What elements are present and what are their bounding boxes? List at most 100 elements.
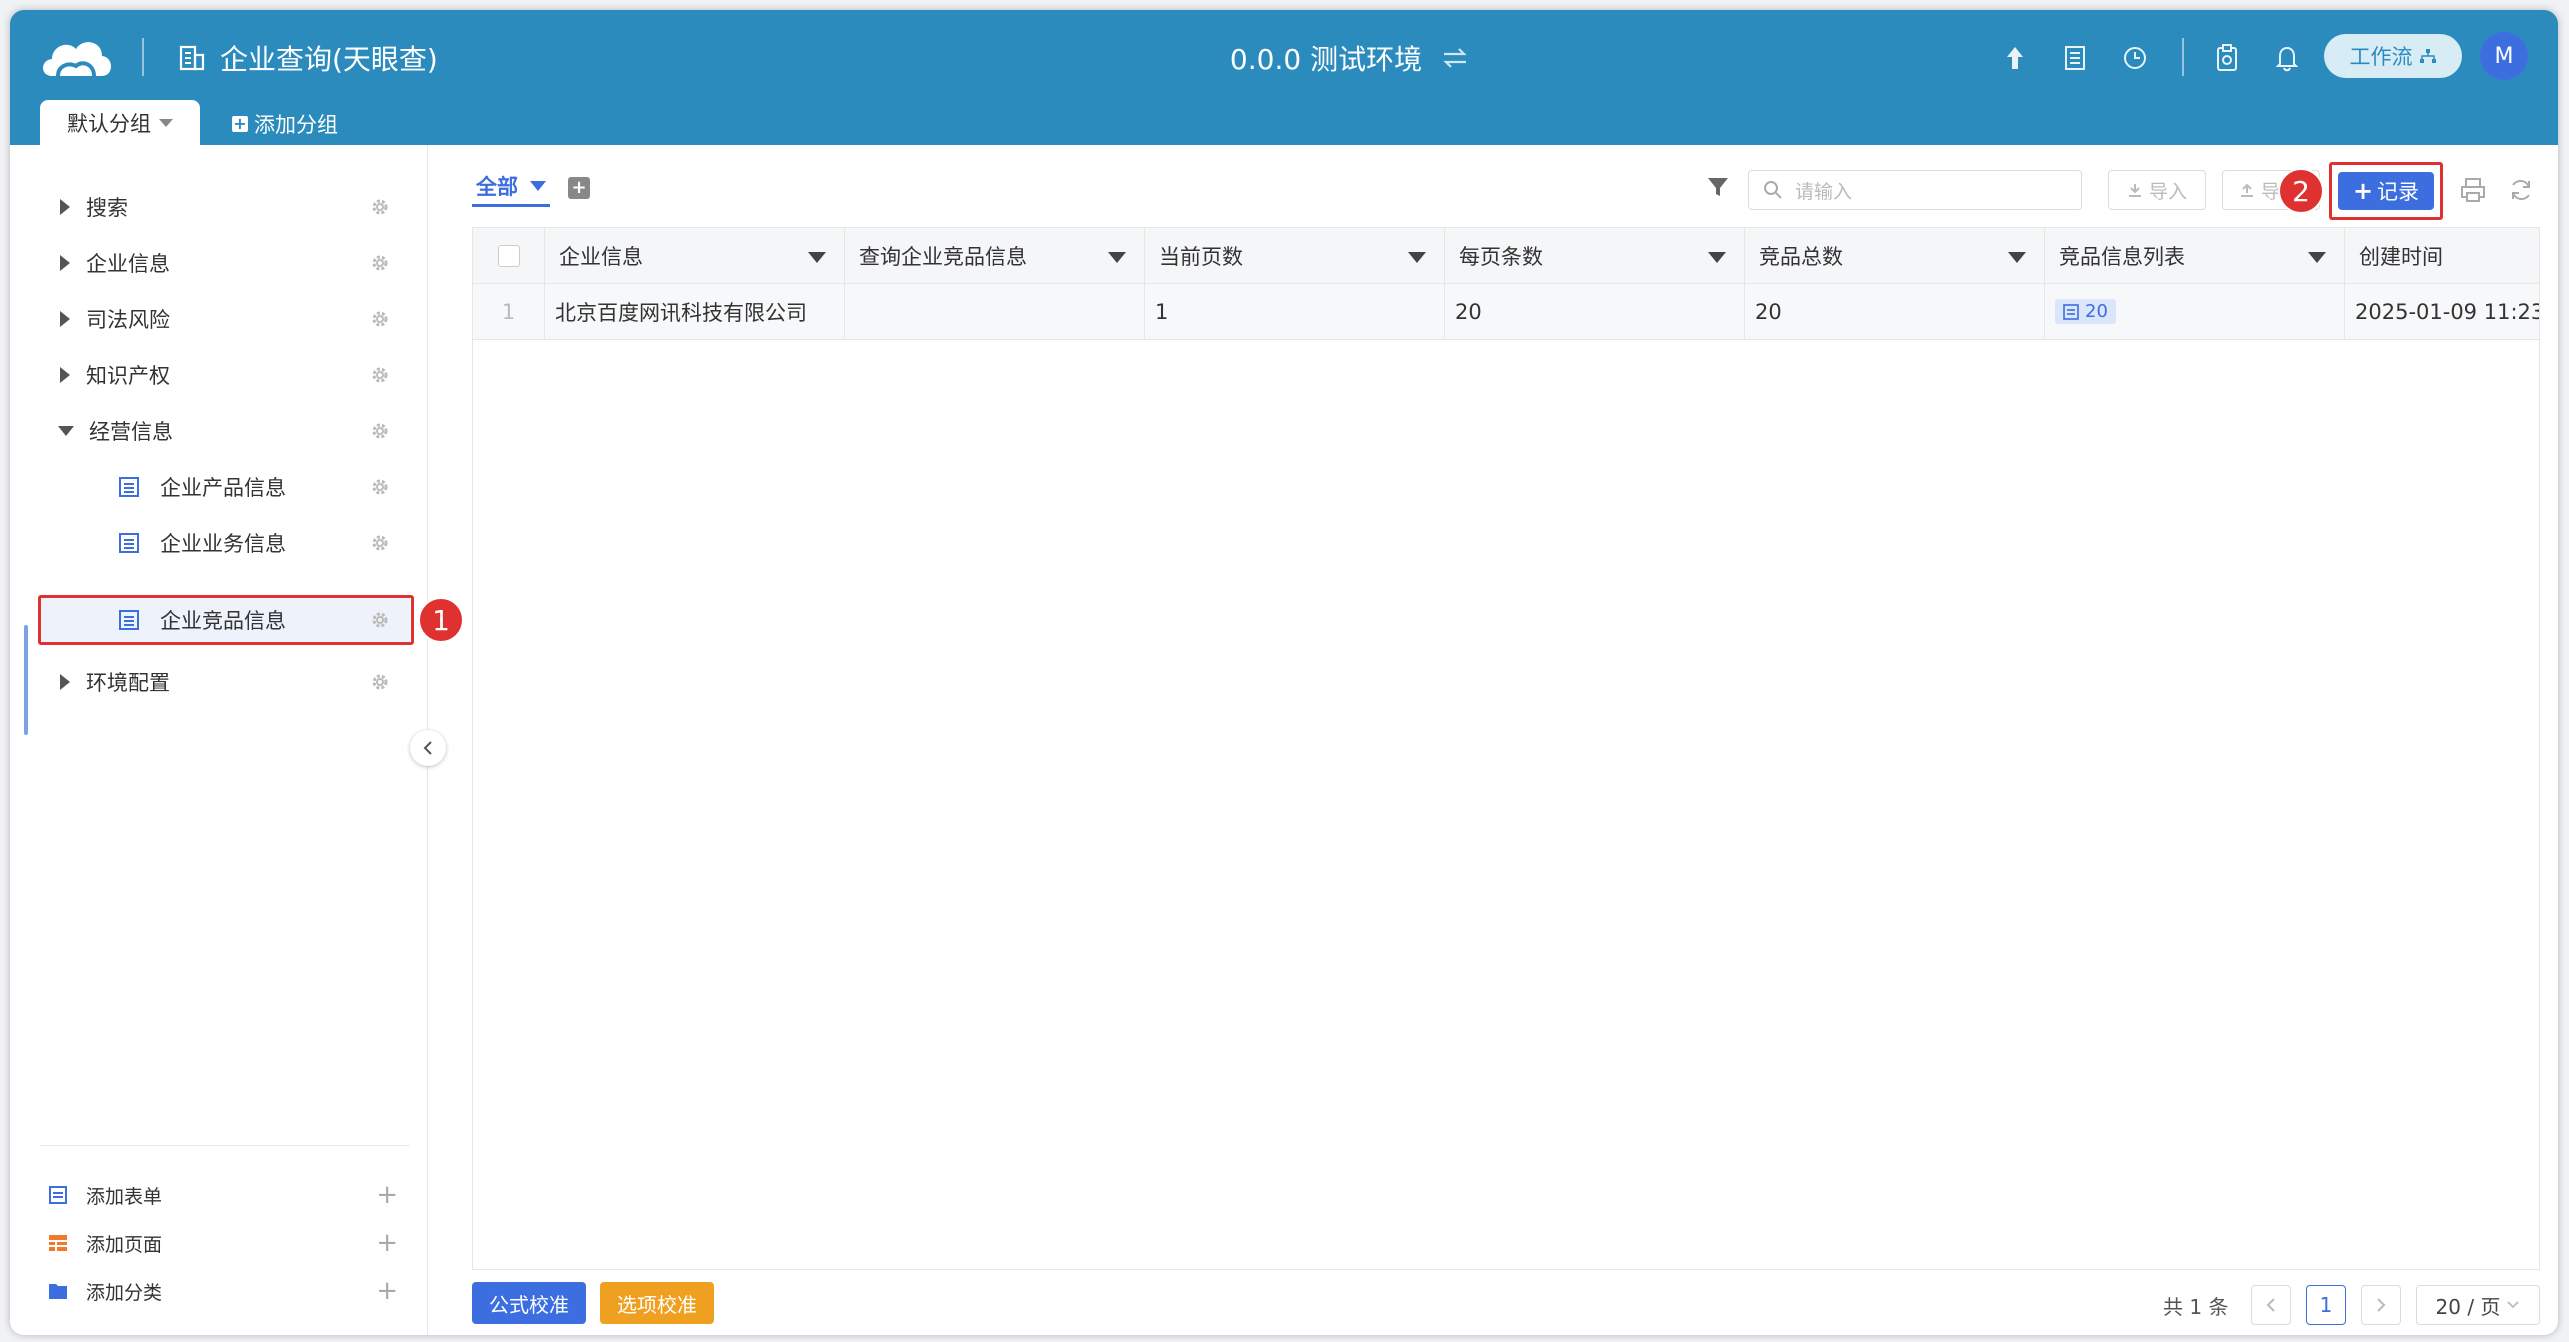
option-calibrate-button[interactable]: 选项校准 [600,1282,714,1324]
gear-icon[interactable] [370,533,390,553]
column-header-current-page[interactable]: 当前页数 [1145,228,1445,283]
caret-down-icon[interactable] [2308,252,2326,263]
caret-down-icon[interactable] [1108,252,1126,263]
print-icon[interactable] [2460,177,2486,203]
add-page-button[interactable]: 添加页面 + [48,1223,408,1263]
gear-icon[interactable] [370,253,390,273]
chevron-right-icon [2377,1298,2386,1312]
search-placeholder: 请输入 [1795,180,1853,203]
workflow-button[interactable]: 工作流 [2324,34,2462,78]
cell-current-page[interactable]: 1 [1145,284,1445,339]
column-header-company-info[interactable]: 企业信息 [545,228,845,283]
import-label: 导入 [2148,180,2187,203]
bell-icon[interactable] [2272,43,2302,73]
highlight-box-1 [38,595,414,645]
caret-down-icon[interactable] [1408,252,1426,263]
sidebar-scroll-indicator[interactable] [24,625,28,735]
search-icon [1764,181,1782,199]
column-header-per-page[interactable]: 每页条数 [1445,228,1745,283]
column-label: 查询企业竞品信息 [859,244,1027,269]
search-input[interactable]: 请输入 [1748,170,2082,210]
header-select-all[interactable] [473,228,545,283]
subtable-badge[interactable]: 20 [2055,299,2116,324]
gear-icon[interactable] [370,309,390,329]
chevron-down-icon [2507,1301,2520,1309]
sidebar-item-label: 环境配置 [86,671,170,695]
formula-calibrate-button[interactable]: 公式校准 [472,1282,586,1324]
sidebar-item-ip[interactable]: 知识产权 [40,350,410,400]
add-form-label: 添加表单 [86,1185,163,1208]
sidebar-item-business-info[interactable]: 经营信息 [40,406,410,456]
caret-down-icon[interactable] [808,252,826,263]
add-group-button[interactable]: + 添加分组 [232,108,338,140]
table-row[interactable]: 1 北京百度网讯科技有限公司 1 20 20 20 2025-01-09 11:… [473,284,2539,340]
column-header-competitor-list[interactable]: 竞品信息列表 [2045,228,2345,283]
sidebar-item-company-business[interactable]: 企业业务信息 [40,518,410,568]
cell-created-time[interactable]: 2025-01-09 11:23: [2345,284,2539,339]
page-number-button[interactable]: 1 [2306,1285,2346,1325]
env-title-text: 0.0.0 测试环境 [1229,43,1423,76]
form-icon [119,533,139,553]
gear-icon[interactable] [370,672,390,692]
add-record-button[interactable]: + 记录 [2338,172,2434,210]
gear-icon[interactable] [370,477,390,497]
gear-icon[interactable] [370,365,390,385]
group-tab-default[interactable]: 默认分组 [40,100,200,146]
add-view-button[interactable]: + [568,177,590,199]
org-chart-icon [2419,49,2436,63]
swap-icon[interactable] [1442,47,1468,69]
sidebar-item-legal-risk[interactable]: 司法风险 [40,294,410,344]
view-tab-all[interactable]: 全部 [472,171,550,207]
refresh-icon[interactable] [2508,177,2534,203]
column-label: 创建时间 [2359,244,2443,269]
cell-per-page[interactable]: 20 [1445,284,1745,339]
document-icon[interactable] [2060,43,2090,73]
next-page-button[interactable] [2361,1285,2401,1325]
caret-right-icon [60,199,70,215]
annotation-badge-2: 2 [2278,168,2324,214]
history-clock-icon[interactable] [2120,43,2150,73]
sidebar-item-label: 司法风险 [86,308,170,332]
cell-query[interactable] [845,284,1145,339]
sidebar-item-company-info[interactable]: 企业信息 [40,238,410,288]
caret-down-icon[interactable] [2008,252,2026,263]
sidebar-item-label: 搜索 [86,196,128,220]
filter-icon[interactable] [1706,175,1730,199]
sidebar-item-search[interactable]: 搜索 [40,182,410,232]
cell-competitor-list[interactable]: 20 [2045,284,2345,339]
cell-company[interactable]: 北京百度网讯科技有限公司 [545,284,845,339]
env-switcher[interactable]: 0.0.0 测试环境 [10,38,2558,78]
avatar[interactable]: M [2480,32,2528,80]
column-label: 每页条数 [1459,244,1543,269]
page-size-select[interactable]: 20 / 页 [2416,1285,2540,1325]
caret-right-icon [60,367,70,383]
plus-icon: + [376,1180,398,1210]
plus-icon: + [2352,177,2374,205]
caret-down-icon[interactable] [1708,252,1726,263]
add-category-button[interactable]: 添加分类 + [48,1271,408,1311]
sidebar-item-label: 企业信息 [86,252,170,276]
cell-total[interactable]: 20 [1745,284,2045,339]
gear-icon[interactable] [370,421,390,441]
clipboard-icon[interactable] [2212,43,2242,73]
form-icon [119,477,139,497]
column-header-query-competitors[interactable]: 查询企业竞品信息 [845,228,1145,283]
gear-icon[interactable] [370,197,390,217]
upload-icon[interactable] [2000,43,2030,73]
form-icon [49,1186,67,1204]
plus-icon: + [232,114,248,133]
column-header-total-competitors[interactable]: 竞品总数 [1745,228,2045,283]
add-form-button[interactable]: 添加表单 + [48,1175,408,1215]
caret-down-icon [58,426,74,436]
select-all-checkbox[interactable] [497,244,520,267]
sidebar-item-company-products[interactable]: 企业产品信息 [40,462,410,512]
column-header-created-time[interactable]: 创建时间 [2345,228,2539,283]
add-page-label: 添加页面 [86,1233,163,1256]
caret-right-icon [60,255,70,271]
column-label: 竞品总数 [1759,244,1843,269]
prev-page-button[interactable] [2251,1285,2291,1325]
plus-icon: + [376,1276,398,1306]
subtable-count: 20 [2085,301,2108,322]
sidebar-item-env-config[interactable]: 环境配置 [40,657,410,707]
import-button[interactable]: 导入 [2108,170,2206,210]
